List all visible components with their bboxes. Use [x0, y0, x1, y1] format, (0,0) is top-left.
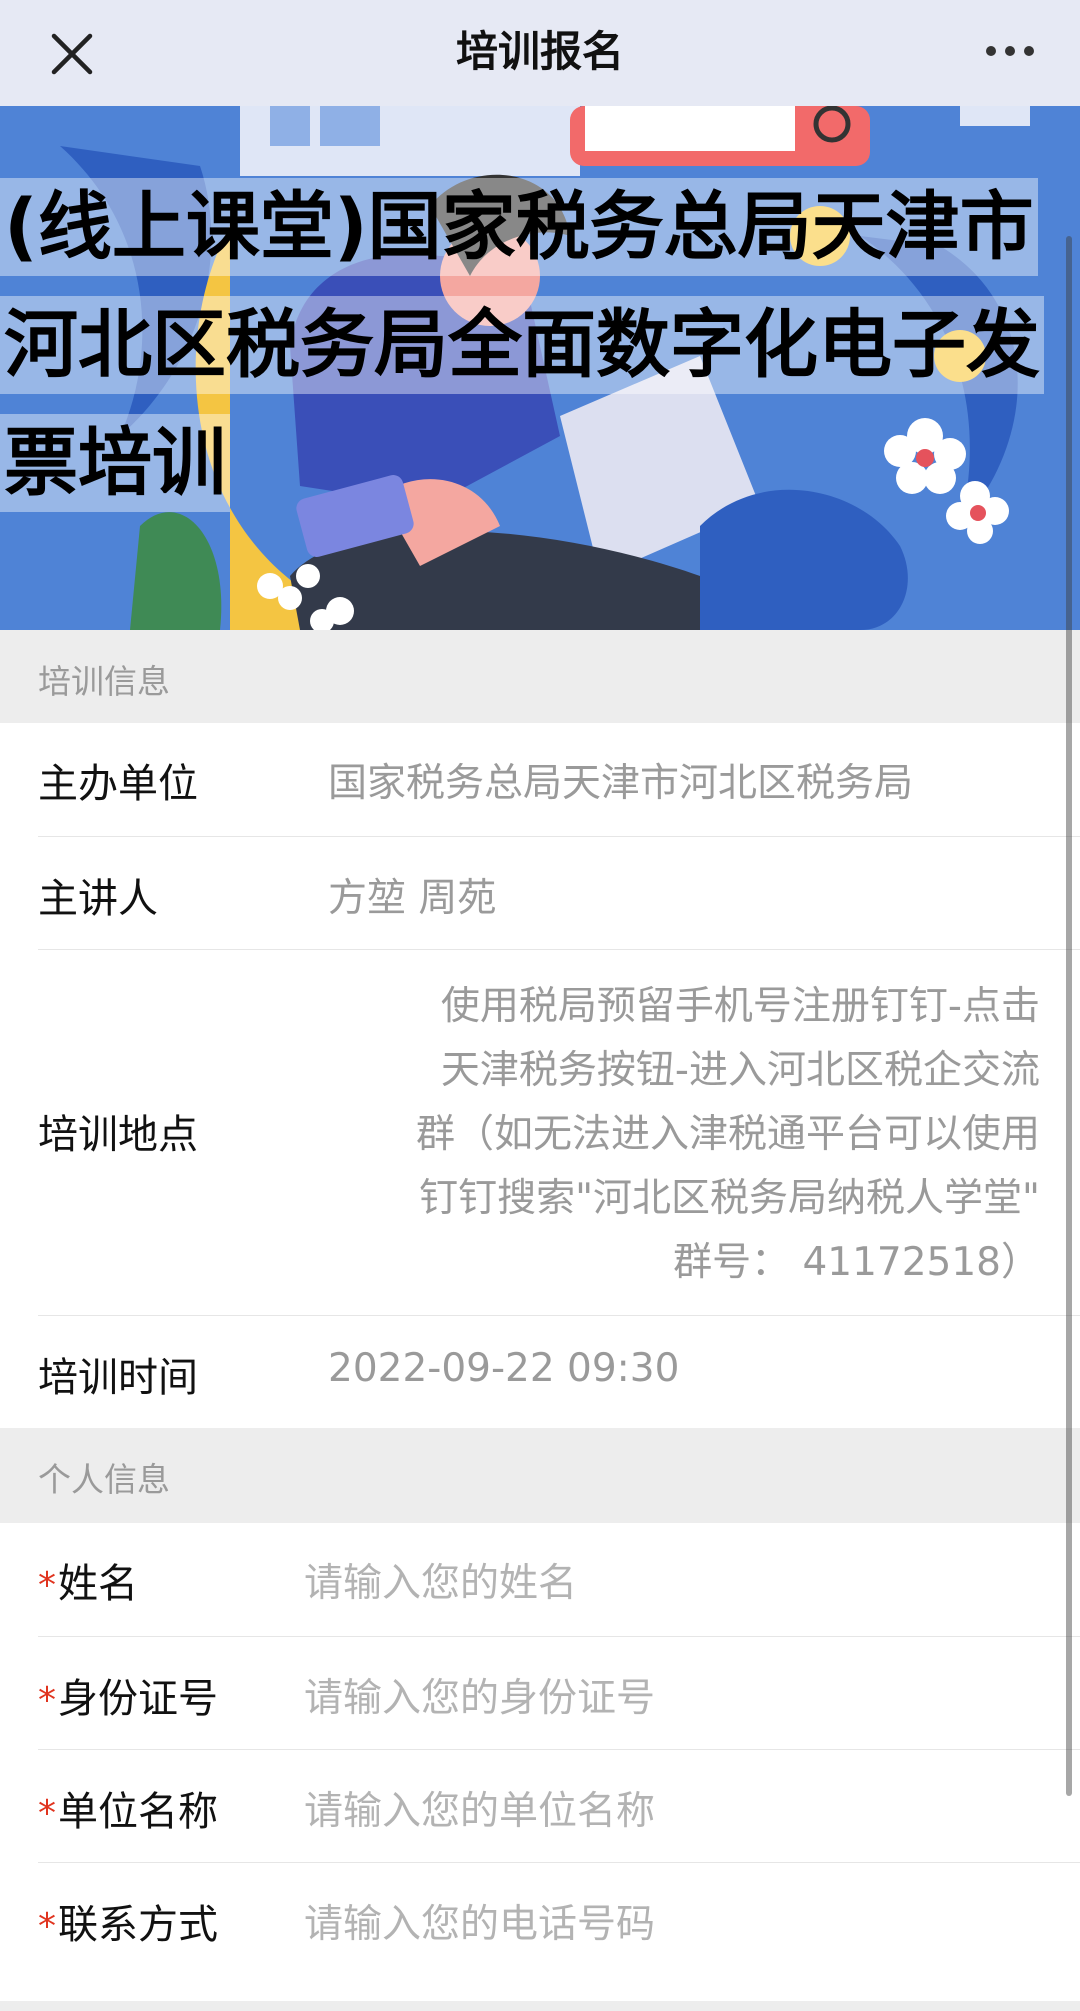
location-line: 天津税务按钮-进入河北区税企交流: [440, 1048, 1040, 1093]
location-line: 群（如无法进入津税通平台可以使用: [415, 1112, 1040, 1157]
speaker-label: 主讲人: [38, 876, 158, 922]
time-label: 培训时间: [38, 1355, 198, 1401]
name-field-row: *姓名 请输入您的姓名: [38, 1523, 1080, 1637]
company-label-text: 单位名称: [58, 1789, 218, 1835]
phone-label: *联系方式: [38, 1892, 218, 1950]
phone-input[interactable]: 请输入您的电话号码: [304, 1893, 655, 1949]
speaker-value: 方堃 周苑: [328, 876, 497, 921]
name-input[interactable]: 请输入您的姓名: [304, 1552, 577, 1608]
id-number-input[interactable]: 请输入您的身份证号: [304, 1667, 655, 1723]
required-asterisk: *: [38, 1565, 56, 1606]
company-label: *单位名称: [38, 1779, 218, 1837]
speaker-row: 主讲人 方堃 周苑: [38, 836, 1080, 950]
name-label: *姓名: [38, 1551, 138, 1609]
required-asterisk: *: [38, 1906, 56, 1947]
location-line: 使用税局预留手机号注册钉钉-点击: [440, 984, 1040, 1029]
scrollbar[interactable]: [1066, 236, 1072, 1796]
banner-title: (线上课堂)国家税务总局天津市 河北区税务局全面数字化电子发 票培训: [0, 168, 1060, 522]
location-row: 培训地点 使用税局预留手机号注册钉钉-点击 天津税务按钮-进入河北区税企交流 群…: [38, 949, 1080, 1316]
more-dots-icon[interactable]: [980, 26, 1040, 76]
time-value: 2022-09-22 09:30: [328, 1346, 680, 1391]
id-number-label-text: 身份证号: [58, 1676, 218, 1722]
top-navbar: 培训报名: [0, 0, 1080, 106]
id-number-label: *身份证号: [38, 1666, 218, 1724]
banner-title-line: 票培训: [0, 414, 230, 512]
time-row: 培训时间 2022-09-22 09:30: [38, 1315, 1080, 1428]
location-line: 钉钉搜索"河北区税务局纳税人学堂": [419, 1176, 1040, 1221]
section-header-training-info: 培训信息: [0, 630, 1080, 723]
id-number-field-row: *身份证号 请输入您的身份证号: [38, 1636, 1080, 1750]
host-row: 主办单位 国家税务总局天津市河北区税务局: [38, 723, 1080, 837]
required-asterisk: *: [38, 1680, 56, 1721]
bottom-divider: [0, 2001, 1080, 2011]
location-value: 使用税局预留手机号注册钉钉-点击 天津税务按钮-进入河北区税企交流 群（如无法进…: [300, 975, 1040, 1295]
company-field-row: *单位名称 请输入您的单位名称: [38, 1749, 1080, 1863]
personal-info-form: *姓名 请输入您的姓名 *身份证号 请输入您的身份证号 *单位名称 请输入您的单…: [0, 1523, 1080, 2001]
company-input[interactable]: 请输入您的单位名称: [304, 1780, 655, 1836]
phone-field-row: *联系方式 请输入您的电话号码: [38, 1862, 1080, 1975]
location-label: 培训地点: [38, 1112, 198, 1158]
host-value: 国家税务总局天津市河北区税务局: [328, 761, 914, 806]
section-header-personal-info: 个人信息: [0, 1428, 1080, 1523]
training-info-group: 主办单位 国家税务总局天津市河北区税务局 主讲人 方堃 周苑 培训地点 使用税局…: [0, 723, 1080, 1428]
host-label: 主办单位: [38, 761, 198, 807]
page-title: 培训报名: [455, 27, 624, 76]
location-line: 群号： 41172518）: [673, 1240, 1040, 1285]
required-asterisk: *: [38, 1793, 56, 1834]
banner-title-line: (线上课堂)国家税务总局天津市: [0, 178, 1038, 276]
banner-image: (线上课堂)国家税务总局天津市 河北区税务局全面数字化电子发 票培训: [0, 106, 1080, 630]
banner-title-line: 河北区税务局全面数字化电子发: [0, 296, 1044, 394]
name-label-text: 姓名: [58, 1561, 138, 1607]
phone-label-text: 联系方式: [58, 1902, 218, 1948]
